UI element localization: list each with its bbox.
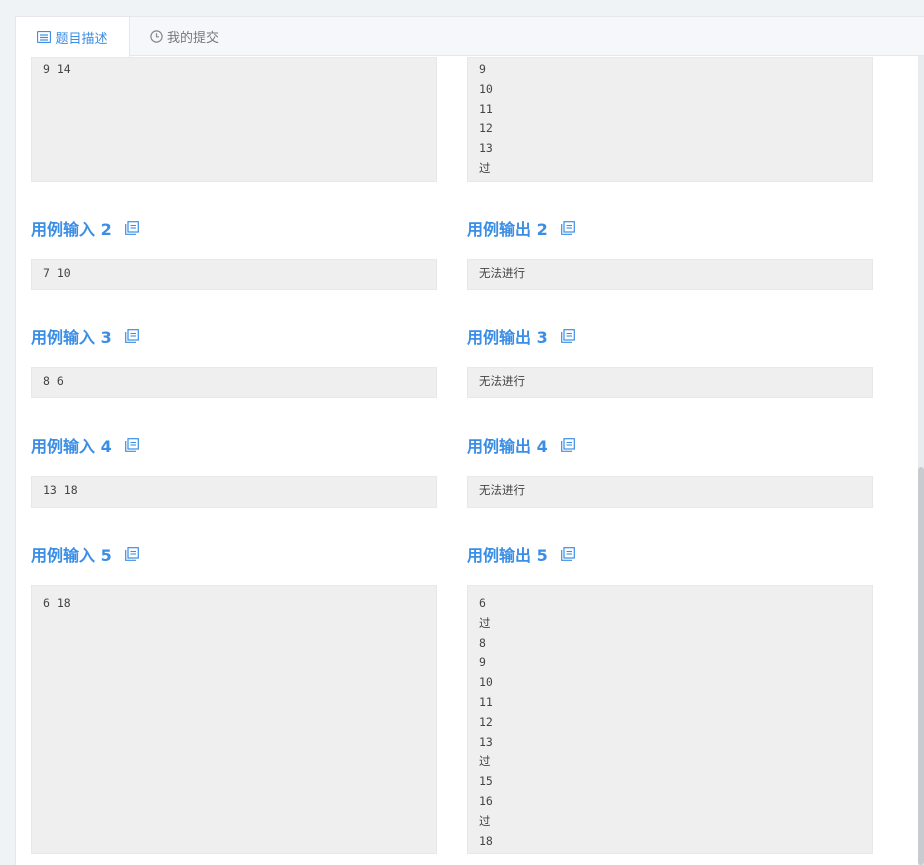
sample-input-label: 用例输入 2 (31, 220, 112, 239)
sample-input-label: 用例输入 3 (31, 328, 112, 347)
sample-input-line: 13 18 (43, 483, 78, 497)
sample-output-line: 过 (479, 160, 491, 175)
sample-output-line: 16 (479, 793, 493, 808)
sample-output-line: 无法进行 (479, 374, 525, 388)
sample-output-line: 过 (479, 754, 491, 769)
sample-input-box: 7 10 (31, 259, 437, 290)
sample-input-box: 9 14 (31, 57, 437, 182)
copy-icon[interactable] (560, 547, 575, 561)
sample-output-line: 10 (479, 675, 493, 690)
tab-description[interactable]: 题目描述 (16, 17, 130, 57)
sample-output-box: 9 10 11 12 13 过 (467, 57, 873, 182)
scrollbar-thumb[interactable] (918, 467, 924, 865)
sample-output-line: 12 (479, 714, 493, 729)
sample-output-heading: 用例输出 3 (467, 325, 575, 347)
copy-icon[interactable] (124, 221, 139, 235)
sample-output-line: 9 (479, 62, 486, 76)
sample-output-line: 18 (479, 833, 493, 848)
sample-output-label: 用例输出 5 (467, 546, 548, 565)
list-icon (37, 31, 52, 43)
sample-input-label: 用例输入 4 (31, 437, 112, 456)
sample-output-heading: 用例输出 5 (467, 543, 575, 565)
sample-input-line: 7 10 (43, 266, 71, 280)
copy-icon[interactable] (560, 221, 575, 235)
copy-icon[interactable] (560, 329, 575, 343)
sample-input-box: 13 18 (31, 476, 437, 508)
clock-icon (150, 30, 163, 43)
sample-output-heading: 用例输出 4 (467, 434, 575, 456)
sample-input-line: 8 6 (43, 374, 64, 388)
sample-input-heading: 用例输入 2 (31, 217, 139, 239)
sample-output-box: 6 过 8 9 10 11 12 13 过 15 16 过 18 (467, 585, 873, 854)
sample-output-line: 9 (479, 655, 486, 670)
sample-output-line: 11 (479, 694, 493, 709)
sample-output-label: 用例输出 2 (467, 220, 548, 239)
sample-output-box: 无法进行 (467, 367, 873, 398)
sample-output-label: 用例输出 4 (467, 437, 548, 456)
sample-input-box: 6 18 (31, 585, 437, 854)
sample-output-line: 过 (479, 615, 491, 630)
sample-input-line: 9 14 (43, 62, 71, 76)
sample-output-label: 用例输出 3 (467, 328, 548, 347)
sample-output-line: 10 (479, 81, 493, 96)
sample-output-box: 无法进行 (467, 259, 873, 290)
sample-input-box: 8 6 (31, 367, 437, 398)
sample-output-line: 13 (479, 141, 493, 156)
sample-input-heading: 用例输入 3 (31, 325, 139, 347)
sample-input-line: 6 18 (43, 596, 71, 610)
copy-icon[interactable] (560, 438, 575, 452)
problem-content: 9 14 9 10 11 12 13 过 用例输入 2 用例输出 2 7 10 … (16, 57, 924, 865)
copy-icon[interactable] (124, 547, 139, 561)
sample-output-line: 过 (479, 813, 491, 828)
sample-output-line: 6 (479, 596, 486, 610)
sample-output-line: 15 (479, 774, 493, 789)
tab-bar: 题目描述 我的提交 (16, 17, 924, 57)
sample-output-line: 无法进行 (479, 483, 525, 497)
sample-output-line: 11 (479, 101, 493, 116)
sample-output-box: 无法进行 (467, 476, 873, 508)
sample-output-line: 13 (479, 734, 493, 749)
sample-output-heading: 用例输出 2 (467, 217, 575, 239)
sample-output-line: 8 (479, 635, 486, 650)
tab-submissions-label: 我的提交 (167, 31, 220, 46)
sample-input-heading: 用例输入 5 (31, 543, 139, 565)
tab-description-label: 题目描述 (55, 31, 108, 47)
sample-input-label: 用例输入 5 (31, 546, 112, 565)
copy-icon[interactable] (124, 438, 139, 452)
sample-output-line: 无法进行 (479, 266, 525, 280)
copy-icon[interactable] (124, 329, 139, 343)
sample-output-line: 12 (479, 121, 493, 136)
sample-input-heading: 用例输入 4 (31, 434, 139, 456)
tab-submissions[interactable]: 我的提交 (150, 17, 219, 56)
problem-panel: 题目描述 我的提交 9 14 9 10 11 12 13 过 用例输入 2 用例… (15, 16, 924, 865)
